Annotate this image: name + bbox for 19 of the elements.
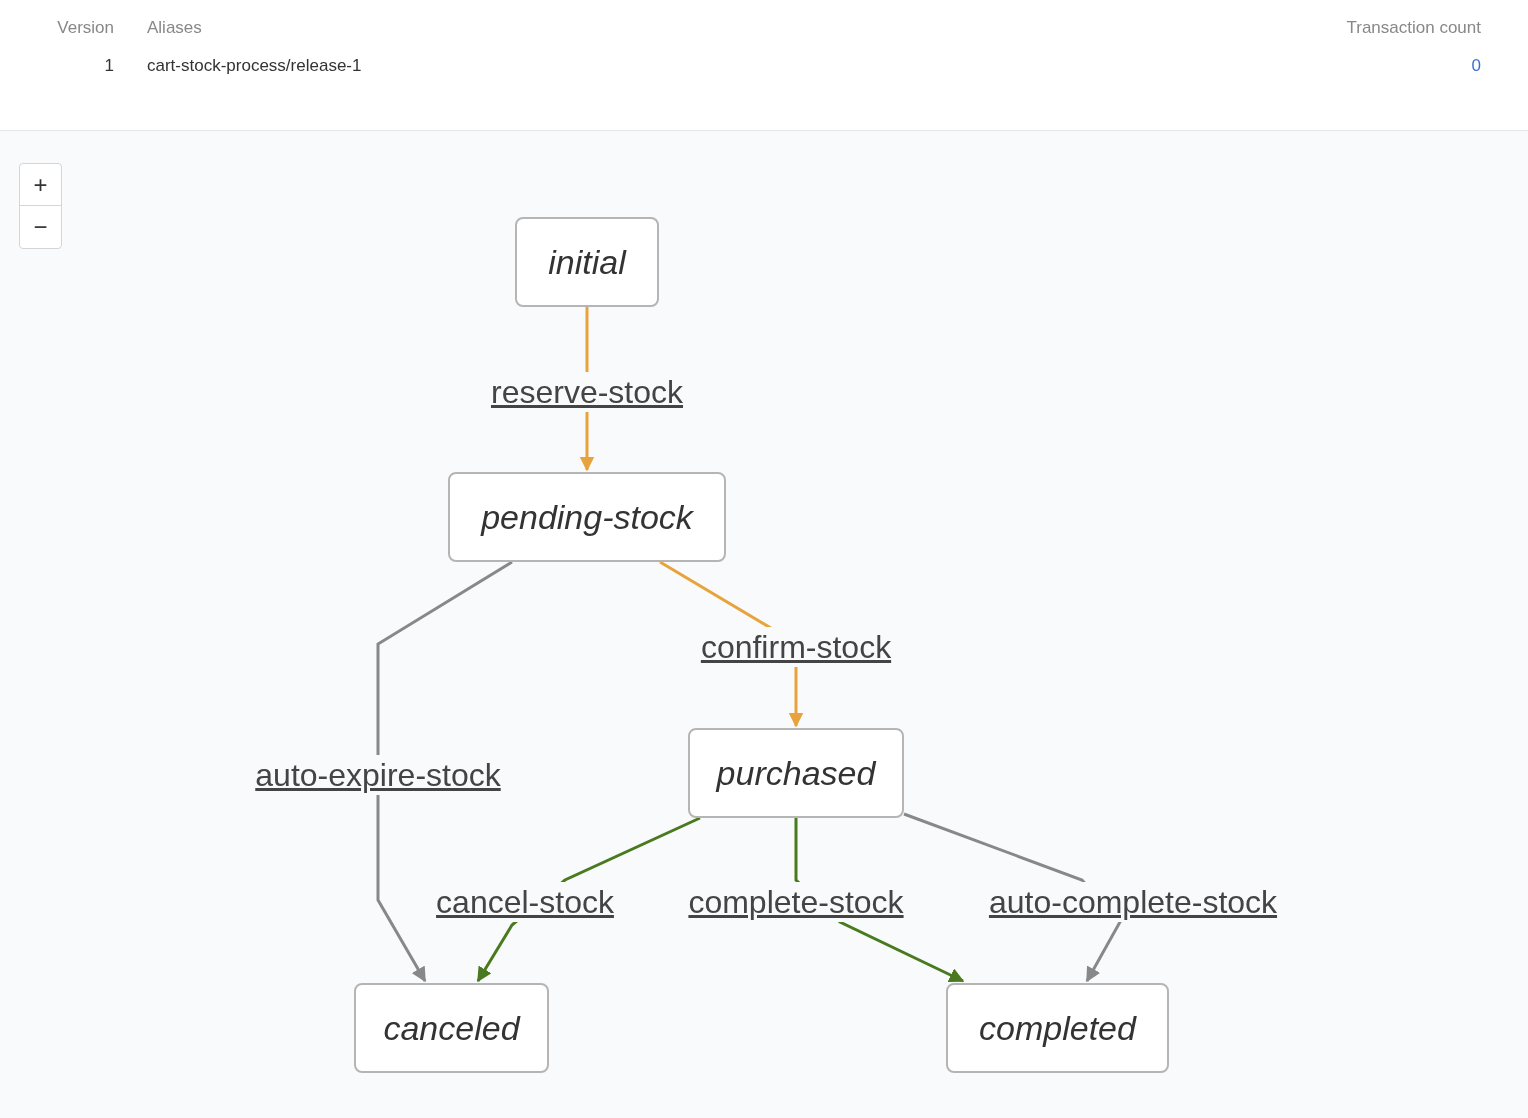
column-header: Aliases <box>147 18 202 37</box>
state-node: completed <box>946 983 1169 1073</box>
state-node: pending-stock <box>448 472 726 562</box>
transition-link[interactable]: complete-stock <box>687 882 905 922</box>
transition-link[interactable]: cancel-stock <box>435 882 615 922</box>
zoom-out-button[interactable]: − <box>20 206 61 248</box>
version-cell: 1 <box>104 55 114 75</box>
transaction-count-link[interactable]: 0 <box>1471 55 1481 75</box>
transition-link[interactable]: reserve-stock <box>490 372 684 412</box>
state-node: canceled <box>354 983 549 1073</box>
zoom-in-button[interactable]: + <box>20 164 61 206</box>
state-node: purchased <box>688 728 904 818</box>
transition-link[interactable]: auto-expire-stock <box>254 755 502 795</box>
alias-cell: cart-stock-process/release-1 <box>147 55 362 75</box>
column-header: Transaction count <box>1346 18 1481 37</box>
state-node: initial <box>515 217 659 307</box>
column-header: Version <box>57 18 114 37</box>
transition-link[interactable]: auto-complete-stock <box>987 882 1279 922</box>
transition-link[interactable]: confirm-stock <box>699 627 893 667</box>
